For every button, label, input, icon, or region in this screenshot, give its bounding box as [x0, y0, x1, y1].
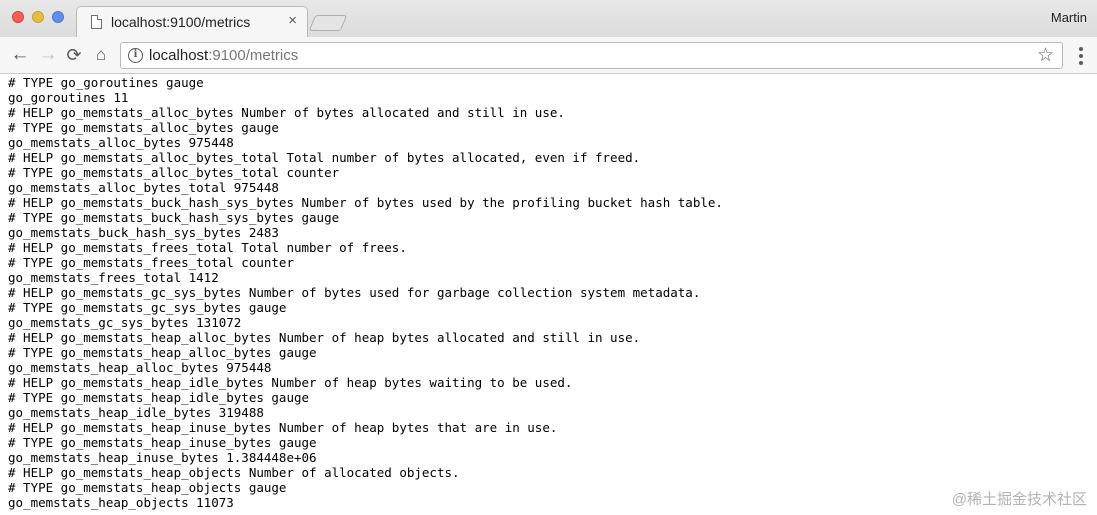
metrics-page-content: # TYPE go_goroutines gauge go_goroutines… [0, 75, 1097, 515]
metrics-line: # HELP go_memstats_heap_inuse_bytes Numb… [8, 420, 558, 435]
home-icon[interactable]: ⌂ [89, 43, 113, 67]
forward-arrow-icon[interactable]: → [36, 43, 60, 67]
metrics-line: # TYPE go_goroutines gauge [8, 75, 204, 90]
metrics-line: # HELP go_memstats_heap_idle_bytes Numbe… [8, 375, 573, 390]
metrics-line: # HELP go_memstats_gc_sys_bytes Number o… [8, 285, 701, 300]
reload-icon[interactable]: ⟳ [62, 43, 86, 67]
metrics-line: # TYPE go_memstats_buck_hash_sys_bytes g… [8, 210, 340, 225]
back-arrow-icon[interactable]: ← [8, 43, 32, 67]
metrics-line: # TYPE go_memstats_heap_alloc_bytes gaug… [8, 345, 317, 360]
metrics-line: go_memstats_heap_inuse_bytes 1.384448e+0… [8, 450, 317, 465]
tab-title: localhost:9100/metrics [111, 14, 251, 30]
new-tab-button[interactable] [308, 15, 348, 31]
metrics-line: go_memstats_gc_sys_bytes 131072 [8, 315, 242, 330]
metrics-line: # TYPE go_memstats_alloc_bytes_total cou… [8, 165, 340, 180]
watermark: @稀土掘金技术社区 [951, 491, 1087, 508]
metrics-line: # HELP go_memstats_heap_objects Number o… [8, 465, 460, 480]
page-icon [91, 15, 102, 29]
metrics-line: # HELP go_memstats_heap_alloc_bytes Numb… [8, 330, 641, 345]
metrics-line: go_memstats_heap_alloc_bytes 975448 [8, 360, 272, 375]
metrics-line: # TYPE go_memstats_frees_total counter [8, 255, 294, 270]
metrics-line: go_memstats_alloc_bytes 975448 [8, 135, 234, 150]
url-host: localhost [149, 47, 209, 64]
title-bar: localhost:9100/metrics × Martin [0, 0, 1097, 37]
metrics-line: # HELP go_memstats_alloc_bytes Number of… [8, 105, 565, 120]
metrics-line: # TYPE go_memstats_gc_sys_bytes gauge [8, 300, 287, 315]
metrics-line: # HELP go_memstats_alloc_bytes_total Tot… [8, 150, 641, 165]
metrics-line: go_memstats_heap_objects 11073 [8, 495, 234, 510]
browser-menu-icon[interactable] [1079, 47, 1083, 65]
window-close-button[interactable] [12, 11, 24, 23]
metrics-line: go_memstats_alloc_bytes_total 975448 [8, 180, 279, 195]
info-icon[interactable]: i [128, 48, 143, 63]
browser-toolbar: ← → ⟳ ⌂ i localhost:9100/metrics ☆ [0, 37, 1097, 74]
browser-tab-active[interactable]: localhost:9100/metrics × [76, 6, 308, 37]
metrics-line: # TYPE go_memstats_heap_objects gauge [8, 480, 287, 495]
metrics-line: # TYPE go_memstats_heap_inuse_bytes gaug… [8, 435, 317, 450]
bookmark-star-icon[interactable]: ☆ [1037, 44, 1054, 68]
metrics-line: # HELP go_memstats_buck_hash_sys_bytes N… [8, 195, 723, 210]
metrics-line: # TYPE go_memstats_heap_idle_bytes gauge [8, 390, 310, 405]
metrics-line: go_memstats_heap_idle_bytes 319488 [8, 405, 264, 420]
metrics-line: # HELP go_memstats_frees_total Total num… [8, 240, 407, 255]
metrics-line: go_memstats_frees_total 1412 [8, 270, 219, 285]
metrics-line: # TYPE go_memstats_alloc_bytes gauge [8, 120, 279, 135]
window-minimize-button[interactable] [32, 11, 44, 23]
address-url[interactable]: localhost:9100/metrics [149, 47, 298, 64]
address-bar[interactable]: i localhost:9100/metrics ☆ [120, 42, 1063, 69]
url-path: :9100/metrics [208, 47, 299, 64]
tab-close-icon[interactable]: × [288, 13, 297, 29]
metrics-line: go_memstats_buck_hash_sys_bytes 2483 [8, 225, 279, 240]
metrics-line: go_goroutines 11 [8, 90, 129, 105]
profile-user-name[interactable]: Martin [1051, 10, 1087, 25]
window-maximize-button[interactable] [52, 11, 64, 23]
